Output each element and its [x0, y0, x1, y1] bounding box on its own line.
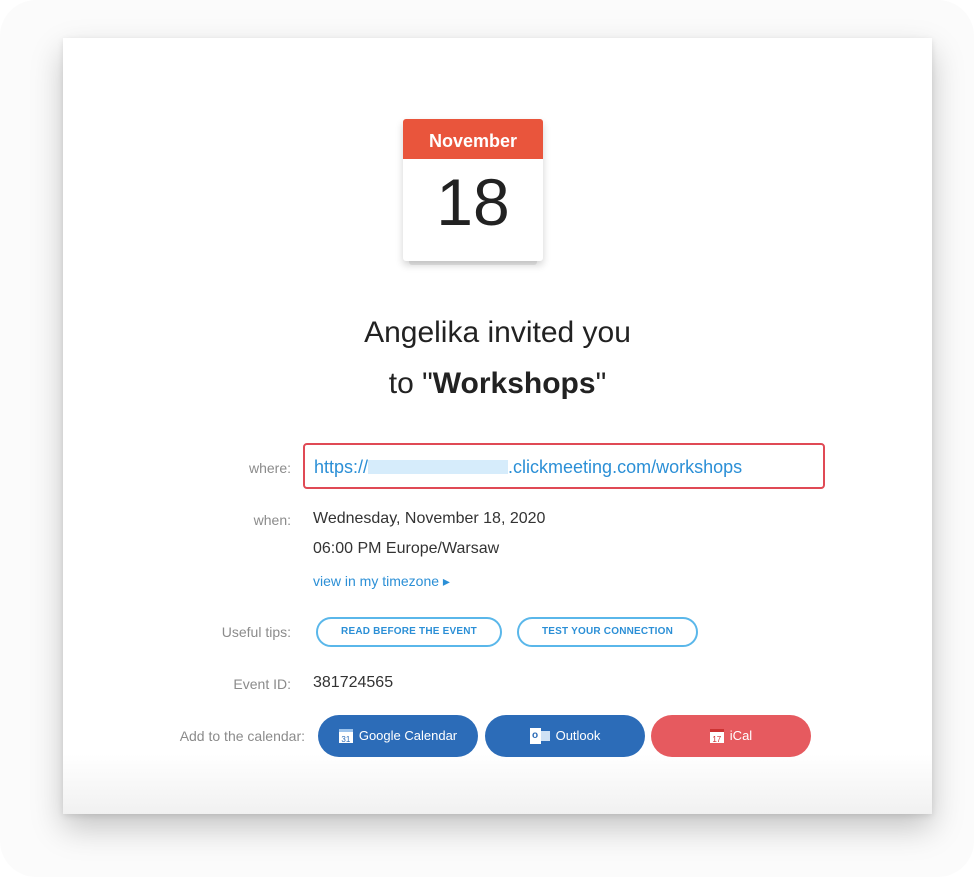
outlook-icon-letter: o [529, 727, 541, 744]
google-calendar-button[interactable]: 31 Google Calendar [318, 715, 478, 757]
google-calendar-label: Google Calendar [358, 728, 458, 743]
outlook-icon: o [529, 727, 550, 744]
ical-button[interactable]: 17 iCal [651, 715, 811, 757]
meeting-link-prefix: https:// [314, 457, 369, 477]
meeting-link[interactable]: https:// .clickmeeting.com/workshops [314, 457, 742, 478]
calendar-month: November [403, 119, 543, 159]
outlook-button[interactable]: o Outlook [485, 715, 645, 757]
calendar-shadow [409, 261, 537, 265]
card-footer [63, 754, 932, 814]
event-time: 06:00 PM Europe/Warsaw [313, 540, 500, 557]
redacted-subdomain [368, 460, 509, 474]
meeting-link-suffix: .clickmeeting.com/workshops [508, 457, 743, 477]
add-to-calendar-label: Add to the calendar: [179, 728, 305, 744]
event-title-prefix: to " [388, 367, 433, 400]
calendar-day: 18 [436, 165, 510, 239]
invite-heading: Angelika invited you [364, 316, 631, 349]
useful-tips-label: Useful tips: [221, 624, 291, 640]
when-label: when: [253, 512, 291, 528]
meeting-link-highlight: https:// .clickmeeting.com/workshops [303, 443, 825, 489]
event-date: Wednesday, November 18, 2020 [313, 510, 546, 527]
ical-label: iCal [729, 728, 753, 743]
event-id-label: Event ID: [233, 676, 291, 692]
ical-icon: 17 [709, 728, 724, 744]
page-background: November 18 Angelika invited you to "Wor… [0, 0, 974, 877]
event-name: Workshops [432, 367, 596, 400]
calendar-date-icon: November 18 [403, 119, 543, 265]
event-title-suffix: " [595, 367, 607, 400]
event-title: to "Workshops" [63, 367, 932, 401]
outlook-icon-envelope [540, 730, 550, 741]
where-label: where: [248, 460, 291, 476]
read-before-event-button[interactable]: READ BEFORE THE EVENT [316, 617, 502, 647]
outlook-label: Outlook [555, 728, 601, 743]
event-id-value: 381724565 [313, 674, 394, 691]
test-connection-button[interactable]: TEST YOUR CONNECTION [517, 617, 698, 647]
invitation-card: November 18 Angelika invited you to "Wor… [63, 38, 932, 814]
view-timezone-link[interactable]: view in my timezone ▸ [313, 573, 450, 590]
google-calendar-icon: 31 [338, 728, 353, 744]
